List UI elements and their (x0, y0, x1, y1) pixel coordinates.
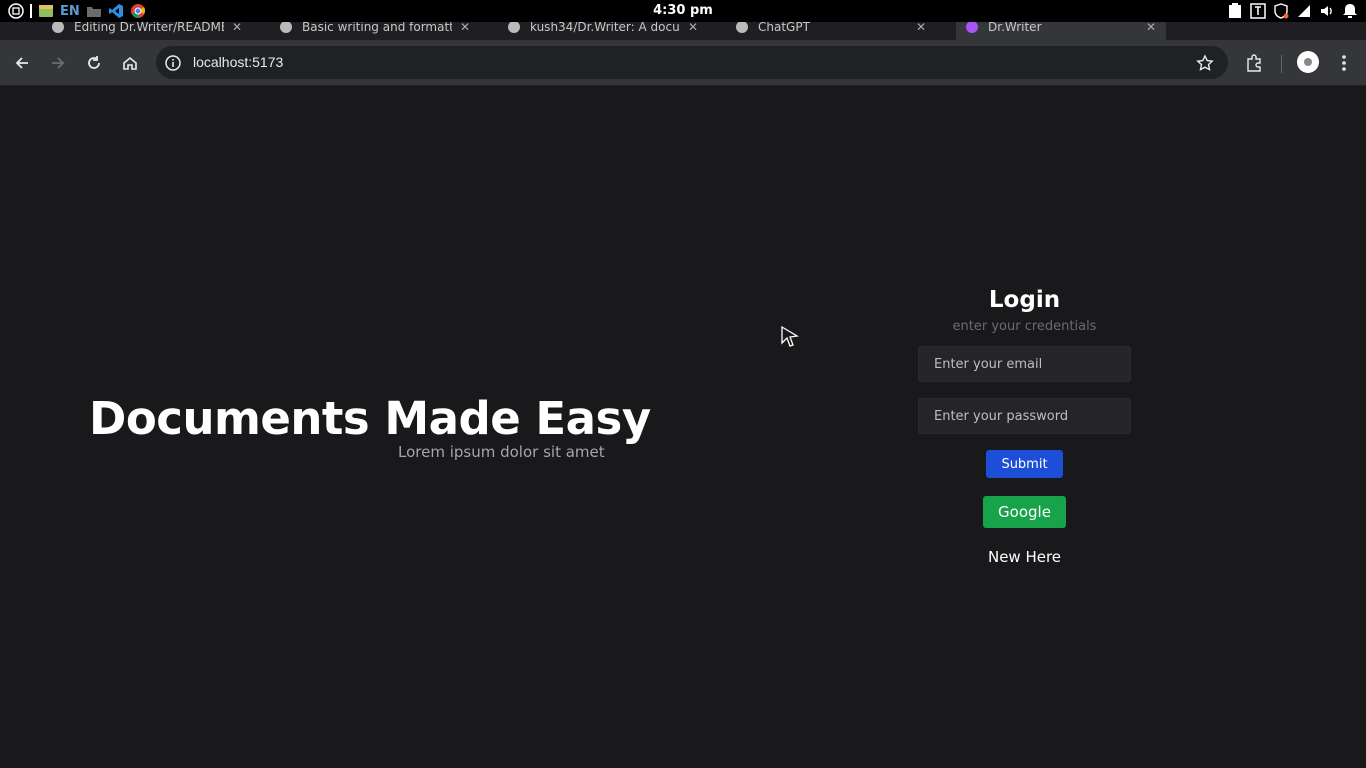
tab-title: Basic writing and formatti (302, 22, 452, 34)
url-text[interactable]: localhost:5173 (193, 54, 283, 70)
login-subtitle: enter your credentials (952, 319, 1097, 334)
back-icon[interactable] (11, 52, 33, 74)
close-icon[interactable]: ✕ (460, 22, 470, 34)
browser-toolbar: localhost:5173 (0, 40, 1366, 86)
os-right-tray (1227, 3, 1358, 19)
close-icon[interactable]: ✕ (688, 22, 698, 34)
tab-chatgpt[interactable]: ChatGPT ✕ (726, 22, 936, 40)
chatgpt-icon (736, 22, 748, 33)
login-title: Login (988, 287, 1061, 313)
os-left-tray: EN (8, 2, 146, 20)
reload-icon[interactable] (83, 52, 105, 74)
separator-icon (30, 4, 32, 18)
close-icon[interactable]: ✕ (232, 22, 242, 34)
page-content: Documents Made Easy Lorem ipsum dolor si… (0, 87, 1366, 768)
vite-icon (966, 22, 978, 33)
menu-icon[interactable] (8, 3, 24, 19)
folder-icon[interactable] (86, 3, 102, 19)
tab-title: Dr.Writer (988, 22, 1042, 34)
notification-bell-icon[interactable] (1342, 3, 1358, 19)
profile-avatar[interactable] (1297, 51, 1319, 73)
vscode-icon[interactable] (108, 3, 124, 19)
volume-icon[interactable] (1319, 3, 1335, 19)
submit-button[interactable]: Submit (986, 450, 1063, 478)
close-icon[interactable]: ✕ (1146, 22, 1156, 34)
os-top-panel: EN 4:30 pm (0, 0, 1366, 22)
hero-subtitle: Lorem ipsum dolor sit amet (398, 443, 605, 461)
tab-title: Editing Dr.Writer/README (74, 22, 224, 34)
address-bar[interactable]: localhost:5173 (156, 46, 1228, 79)
shield-icon[interactable] (1273, 3, 1289, 19)
tab-title: kush34/Dr.Writer: A docum (530, 22, 680, 34)
google-login-button[interactable]: Google (983, 496, 1066, 528)
mouse-cursor-icon (781, 325, 799, 348)
bookmark-star-icon[interactable] (1196, 54, 1214, 72)
tab-formatting[interactable]: Basic writing and formatti ✕ (270, 22, 480, 40)
chrome-icon[interactable] (130, 3, 146, 19)
more-menu-icon[interactable] (1333, 52, 1355, 74)
close-icon[interactable]: ✕ (916, 22, 926, 34)
hero-title: Documents Made Easy (89, 392, 651, 445)
network-icon[interactable] (1296, 3, 1312, 19)
github-icon (52, 22, 64, 33)
files-icon[interactable] (38, 3, 54, 19)
site-info-icon[interactable] (164, 54, 182, 72)
email-field[interactable] (918, 346, 1131, 382)
new-here-link[interactable]: New Here (918, 548, 1131, 566)
login-panel: Login enter your credentials Submit Goog… (918, 285, 1131, 566)
clock: 4:30 pm (653, 3, 713, 18)
tab-readme[interactable]: Editing Dr.Writer/README ✕ (42, 22, 252, 40)
tab-strip: Editing Dr.Writer/README ✕ Basic writing… (0, 22, 1366, 40)
tab-repo[interactable]: kush34/Dr.Writer: A docum ✕ (498, 22, 708, 40)
forward-icon[interactable] (47, 52, 69, 74)
extensions-icon[interactable] (1243, 52, 1265, 74)
tab-title: ChatGPT (758, 22, 810, 34)
keyboard-layout[interactable]: EN (60, 4, 80, 19)
clipboard-icon[interactable] (1227, 3, 1243, 19)
home-icon[interactable] (119, 52, 141, 74)
password-field[interactable] (918, 398, 1131, 434)
input-method-icon[interactable] (1250, 3, 1266, 19)
github-icon (508, 22, 520, 33)
toolbar-separator (1281, 55, 1282, 73)
tab-drwriter[interactable]: Dr.Writer ✕ (956, 22, 1167, 40)
github-icon (280, 22, 292, 33)
